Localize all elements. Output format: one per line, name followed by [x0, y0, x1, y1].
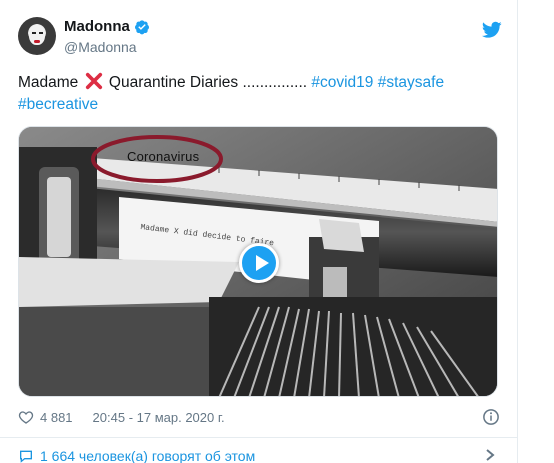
play-button[interactable] — [239, 243, 279, 283]
tweet-text-part: Madame — [18, 74, 83, 91]
like-count[interactable]: 4 881 — [40, 410, 73, 425]
avatar[interactable] — [18, 17, 56, 55]
tweet-card: Madonna @Madonna Madame Quarantine Diari… — [0, 0, 518, 463]
typed-coronavirus-label: Coronavirus — [127, 149, 200, 164]
tweet-meta: 4 881 20:45 - 17 мар. 2020 г. — [18, 409, 225, 425]
conversation-count-text[interactable]: 1 664 человек(а) говорят об этом — [40, 448, 255, 463]
hashtag-link[interactable]: #staysafe — [378, 74, 444, 91]
speech-bubble-icon — [20, 450, 32, 463]
twitter-bird-icon[interactable] — [482, 21, 502, 39]
author-name-row[interactable]: Madonna — [64, 18, 150, 35]
divider — [0, 437, 518, 438]
chevron-right-icon[interactable] — [484, 448, 496, 462]
author-handle[interactable]: @Madonna — [64, 39, 137, 55]
cross-mark-emoji-icon — [85, 72, 102, 90]
heart-icon[interactable] — [18, 409, 34, 425]
tweet-header: Madonna @Madonna — [18, 15, 502, 61]
info-icon[interactable] — [482, 408, 500, 426]
author-display-name[interactable]: Madonna — [64, 18, 130, 35]
tweet-text: Madame Quarantine Diaries ..............… — [18, 72, 488, 116]
hashtag-link[interactable]: #becreative — [18, 96, 98, 113]
tweet-timestamp[interactable]: 20:45 - 17 мар. 2020 г. — [93, 410, 225, 425]
verified-badge-icon — [134, 19, 149, 34]
tweet-text-part: Quarantine Diaries ............... — [104, 74, 312, 91]
conversation-link[interactable]: 1 664 человек(а) говорят об этом — [18, 448, 255, 463]
hashtag-link[interactable]: #covid19 — [311, 74, 373, 91]
video-player[interactable]: Coronavirus Madame X did decide to faire — [18, 126, 498, 397]
